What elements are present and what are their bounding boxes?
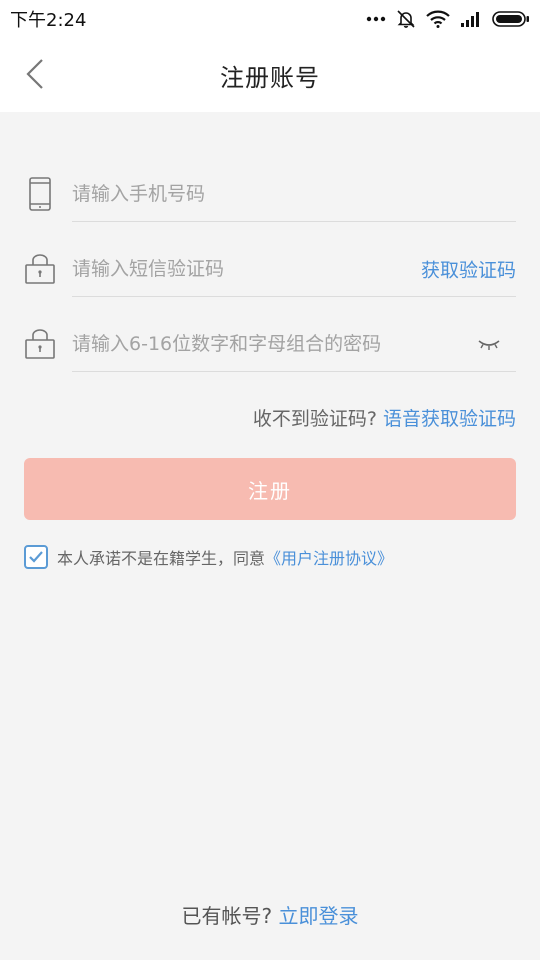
login-link[interactable]: 立即登录 (278, 904, 358, 928)
sms-code-row: 获取验证码 (24, 241, 516, 297)
eye-closed-icon[interactable] (476, 335, 502, 353)
password-input[interactable] (72, 316, 516, 372)
voice-code-line: 收不到验证码? 语音获取验证码 (253, 404, 516, 431)
battery-icon (492, 11, 530, 27)
bell-off-icon (396, 9, 416, 29)
phone-row (24, 166, 516, 222)
password-row (24, 316, 516, 372)
signal-icon (460, 11, 482, 27)
page-title: 注册账号 (220, 63, 320, 92)
status-icons (366, 9, 530, 29)
agreement-link[interactable]: 《用户注册协议》 (265, 545, 393, 569)
agreement-row: 本人承诺不是在籍学生，同意 《用户注册协议》 (24, 544, 393, 570)
voice-code-prefix: 收不到验证码? (252, 408, 377, 430)
register-button[interactable]: 注册 (24, 458, 516, 520)
login-prefix: 已有帐号? (181, 904, 273, 928)
get-code-button[interactable]: 获取验证码 (421, 256, 516, 283)
status-bar: 下午2:24 (0, 0, 540, 38)
nav-bar: 注册账号 (0, 38, 540, 112)
phone-input[interactable] (72, 166, 516, 222)
lock-icon (24, 326, 56, 362)
agreement-text: 本人承诺不是在籍学生，同意 (57, 549, 266, 568)
wifi-icon (426, 10, 450, 28)
phone-icon (24, 176, 56, 212)
status-time: 下午2:24 (10, 10, 87, 31)
agreement-checkbox[interactable] (24, 545, 48, 569)
chevron-left-icon (25, 58, 45, 94)
back-button[interactable] (18, 56, 52, 96)
voice-code-link[interactable]: 语音获取验证码 (383, 408, 516, 430)
lock-icon (24, 251, 56, 287)
login-line: 已有帐号? 立即登录 (0, 900, 540, 929)
more-dots-icon (366, 16, 386, 22)
check-icon (29, 551, 43, 563)
